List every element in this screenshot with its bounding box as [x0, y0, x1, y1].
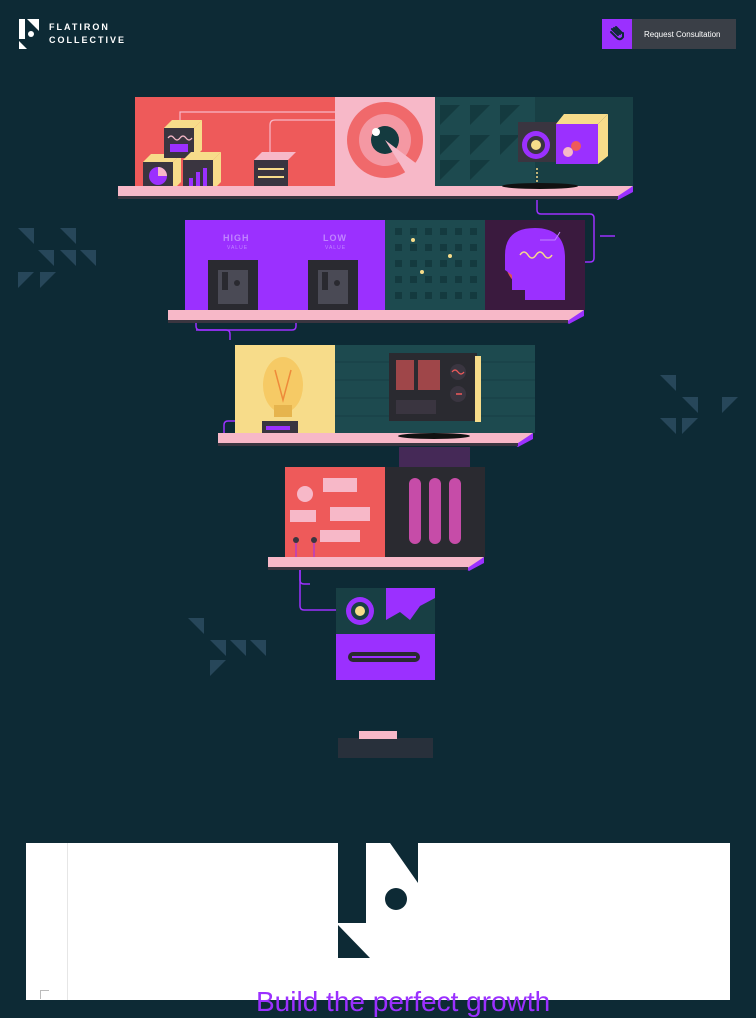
shelf-3	[218, 345, 535, 467]
pedestal	[338, 731, 433, 758]
high-value-sub: VALUE	[227, 245, 248, 251]
lower-triangle-pattern	[188, 618, 266, 676]
scroll-arrow-icon[interactable]	[40, 990, 49, 999]
panel-divider	[67, 843, 68, 1000]
right-triangle-pattern	[660, 375, 738, 434]
left-triangle-pattern	[18, 228, 96, 288]
low-value-sub: VALUE	[325, 245, 346, 251]
shelf-1	[118, 97, 633, 200]
shelf-2: HIGH VALUE LOW VALUE	[168, 220, 585, 324]
low-value-label: LOW	[323, 233, 347, 243]
high-value-label: HIGH	[223, 233, 250, 243]
shelf-5	[336, 588, 435, 680]
large-logo-mark-icon	[338, 843, 418, 958]
hero-illustration: HIGH VALUE LOW VALUE	[18, 97, 738, 758]
hero-headline: Build the perfect growth	[256, 986, 551, 1017]
shelf-4	[268, 467, 485, 571]
